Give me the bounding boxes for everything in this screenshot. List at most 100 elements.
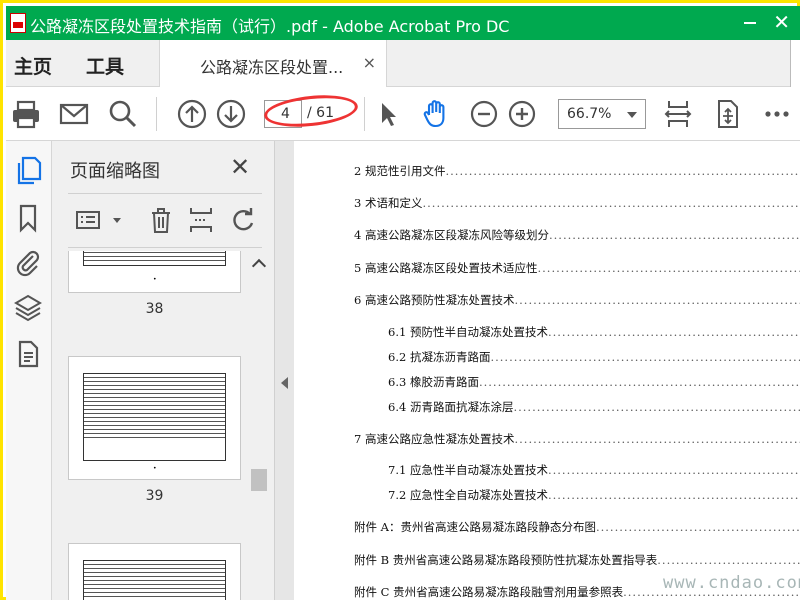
toc-entry-text: 6.3 橡胶沥青路面 — [388, 375, 479, 389]
toc-leader-dots: ........................................… — [422, 196, 800, 210]
panel-divider — [68, 247, 262, 248]
home-tab[interactable]: 主页 — [14, 52, 52, 79]
window-title: 公路凝冻区段处置技术指南（试行）.pdf - Adobe Acrobat Pro… — [30, 17, 510, 36]
zoom-out-icon[interactable] — [468, 98, 500, 130]
panel-toolbar — [52, 201, 274, 241]
tab-scroll-edge — [790, 40, 800, 87]
document-tab[interactable]: 公路凝冻区段处置... × — [159, 40, 387, 87]
left-navigation-rail — [6, 141, 52, 600]
print-icon[interactable] — [10, 98, 42, 130]
tab-bar: 主页 工具 公路凝冻区段处置... × — [6, 40, 800, 87]
layers-icon[interactable] — [13, 293, 43, 323]
page-thumbnail-label: 38 — [145, 301, 164, 317]
toc-entry[interactable]: 6.4 沥青路面抗凝冻涂层...........................… — [388, 399, 800, 415]
window-close-button[interactable]: ✕ — [773, 10, 790, 34]
attachment-icon[interactable] — [13, 247, 43, 277]
toc-entry[interactable]: 4 高速公路凝冻区段凝冻风险等级划分......................… — [354, 227, 800, 243]
toc-entry-text: 7 高速公路应急性凝冻处置技术 — [354, 432, 515, 446]
toc-entry-text: 2 规范性引用文件 — [354, 164, 446, 178]
bookmark-icon[interactable] — [13, 203, 43, 233]
toc-entry[interactable]: 6.1 预防性半自动凝冻处置技术........................… — [388, 324, 800, 340]
page-resize-icon[interactable] — [711, 98, 743, 130]
toc-entry[interactable]: 附件 A：贵州省高速公路易凝冻路段静态分布图..................… — [354, 519, 800, 535]
toolbar-divider — [156, 97, 157, 131]
toc-entry[interactable]: 6.2 抗凝冻沥青路面.............................… — [388, 349, 800, 365]
toc-leader-dots: ........................................… — [595, 520, 800, 534]
document-tab-close-button[interactable]: × — [363, 53, 376, 72]
chevron-down-icon[interactable] — [102, 205, 121, 235]
annotation-ring — [262, 91, 360, 131]
search-icon[interactable] — [107, 98, 139, 130]
toc-entry[interactable]: 附件 B 贵州省高速公路易凝冻路段预防性抗凝冻处置指导表............… — [354, 552, 800, 568]
zoom-in-icon[interactable] — [506, 98, 538, 130]
scroll-up-icon[interactable] — [251, 258, 267, 274]
select-arrow-icon[interactable] — [372, 98, 404, 130]
title-bar: 公路凝冻区段处置技术指南（试行）.pdf - Adobe Acrobat Pro… — [6, 6, 800, 40]
panel-splitter[interactable] — [274, 141, 294, 600]
toc-leader-dots: ........................................… — [547, 488, 800, 502]
toc-entry[interactable]: 7.2 应急性全自动凝冻处置技术........................… — [388, 487, 800, 503]
document-view[interactable]: 2 规范性引用文件...............................… — [294, 141, 800, 600]
scrollbar-thumb[interactable] — [251, 469, 267, 491]
toc-entry[interactable]: 2 规范性引用文件...............................… — [354, 163, 800, 179]
toc-leader-dots: ........................................… — [548, 228, 800, 242]
tools-tab[interactable]: 工具 — [86, 52, 124, 79]
toc-leader-dots: ........................................… — [547, 325, 800, 339]
page-thumbnail-38[interactable]: • — [68, 251, 241, 293]
email-icon[interactable] — [58, 98, 90, 130]
zoom-select[interactable]: 66.7% — [558, 99, 646, 129]
main-toolbar: 4 / 61 66.7% — [6, 87, 800, 141]
toc-leader-dots: ........................................… — [514, 432, 800, 446]
toc-leader-dots: ........................................… — [547, 463, 800, 477]
thumbnail-dot: • — [153, 465, 157, 472]
toc-entry-text: 6.2 抗凝冻沥青路面 — [388, 350, 491, 364]
toc-leader-dots: ........................................… — [445, 164, 800, 178]
page-thumbnail-label: 39 — [145, 488, 164, 504]
mini-table — [83, 251, 226, 266]
delete-icon[interactable] — [146, 205, 176, 235]
options-menu-icon[interactable] — [74, 205, 104, 235]
collapse-panel-icon[interactable] — [281, 377, 288, 389]
document-tab-label: 公路凝冻区段处置... — [200, 58, 344, 77]
thumbnail-dot: • — [153, 276, 157, 283]
toc-entry-text: 6 高速公路预防性凝冻处置技术 — [354, 293, 515, 307]
toc-entry-text: 5 高速公路凝冻区段处置技术适应性 — [354, 261, 538, 275]
toc-leader-dots: ........................................… — [478, 375, 800, 389]
more-icon[interactable] — [761, 98, 793, 130]
insert-page-icon[interactable] — [186, 205, 216, 235]
toc-leader-dots: ........................................… — [513, 400, 800, 414]
thumbnail-scrollbar[interactable] — [249, 251, 269, 600]
toc-entry-text: 6.4 沥青路面抗凝冻涂层 — [388, 400, 514, 414]
page-thumbnails-icon[interactable] — [13, 155, 43, 185]
toc-entry-text: 7.2 应急性全自动凝冻处置技术 — [388, 488, 548, 502]
toc-entry[interactable]: 7 高速公路应急性凝冻处置技术.........................… — [354, 431, 800, 447]
fit-page-icon[interactable] — [662, 98, 694, 130]
hand-icon[interactable] — [420, 98, 452, 130]
zoom-value: 66.7% — [567, 106, 612, 122]
panel-divider — [68, 193, 262, 194]
thumbnail-list: • 38 • 39 — [52, 251, 252, 600]
minimize-button[interactable] — [744, 22, 756, 24]
toc-entry-text: 附件 C 贵州省高速公路易凝冻路段融雪剂用量参照表 — [354, 585, 624, 599]
toc-leader-dots: ........................................… — [537, 261, 800, 275]
page-thumbnails-panel: 页面缩略图 ✕ • 38 • 39 — [52, 141, 274, 600]
toc-leader-dots: ........................................… — [657, 553, 800, 567]
page-up-icon[interactable] — [176, 98, 208, 130]
toc-entry-text: 4 高速公路凝冻区段凝冻风险等级划分 — [354, 228, 549, 242]
toc-entry[interactable]: 5 高速公路凝冻区段处置技术适应性.......................… — [354, 260, 800, 276]
toc-entry-text: 6.1 预防性半自动凝冻处置技术 — [388, 325, 548, 339]
page-thumbnail-40[interactable] — [68, 543, 241, 600]
rotate-icon[interactable] — [228, 205, 258, 235]
document-icon[interactable] — [13, 339, 43, 369]
toc-entry[interactable]: 6.3 橡胶沥青路面..............................… — [388, 374, 800, 390]
panel-close-button[interactable]: ✕ — [230, 153, 250, 181]
toolbar-divider — [364, 97, 365, 131]
page-down-icon[interactable] — [215, 98, 247, 130]
watermark-text: www.cndao.com — [663, 573, 800, 593]
toc-entry[interactable]: 3 术语和定义.................................… — [354, 195, 800, 211]
toc-entry-text: 附件 A：贵州省高速公路易凝冻路段静态分布图 — [354, 520, 596, 534]
toc-entry-text: 7.1 应急性半自动凝冻处置技术 — [388, 463, 548, 477]
toc-entry[interactable]: 6 高速公路预防性凝冻处置技术.........................… — [354, 292, 800, 308]
page-thumbnail-39[interactable]: • — [68, 356, 241, 480]
toc-entry[interactable]: 7.1 应急性半自动凝冻处置技术........................… — [388, 462, 800, 478]
